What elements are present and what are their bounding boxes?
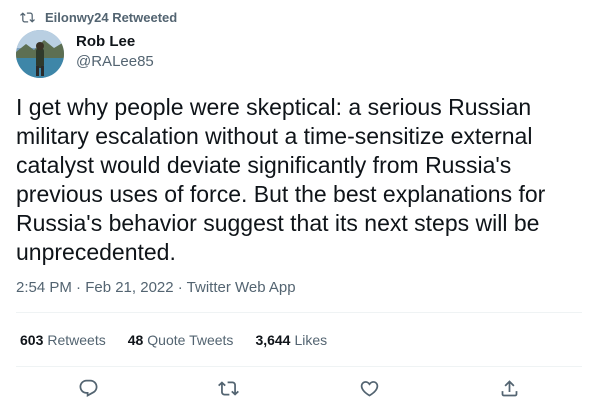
retweet-icon: [217, 378, 239, 399]
reply-icon: [78, 378, 99, 399]
stat-label: Likes: [294, 332, 328, 348]
author-info[interactable]: Rob Lee @RALee85: [76, 32, 154, 72]
tweet-text-line: Russia's behavior suggest that its next …: [16, 210, 540, 236]
retweet-button[interactable]: [216, 376, 240, 400]
stat-likes[interactable]: 3,644 Likes: [255, 330, 327, 350]
reply-button[interactable]: [76, 376, 100, 400]
tweet-text-line: catalyst would deviate significantly fro…: [16, 152, 512, 178]
share-icon: [499, 378, 520, 399]
heart-icon: [359, 378, 380, 399]
like-button[interactable]: [357, 376, 381, 400]
stat-label: Quote Tweets: [147, 332, 234, 348]
tweet-stats: 603 Retweets 48 Quote Tweets 3,644 Likes: [20, 330, 327, 350]
avatar[interactable]: [16, 30, 64, 78]
stat-label: Retweets: [47, 332, 106, 348]
divider: [16, 366, 582, 367]
divider: [16, 312, 582, 313]
retweet-context[interactable]: Eilonwy24 Retweeted: [20, 8, 177, 26]
retweet-context-text: Eilonwy24 Retweeted: [45, 9, 178, 25]
author-handle[interactable]: @RALee85: [76, 52, 154, 72]
tweet-timestamp-source[interactable]: 2:54 PM · Feb 21, 2022 · Twitter Web App: [16, 278, 296, 298]
action-bar: [0, 376, 598, 404]
stat-count: 48: [127, 332, 144, 348]
author-display-name[interactable]: Rob Lee: [76, 32, 154, 52]
tweet-text-line: previous uses of force. But the best exp…: [16, 181, 546, 207]
tweet-text-line: I get why people were skeptical: a serio…: [16, 94, 532, 120]
stat-count: 3,644: [255, 332, 291, 348]
tweet-text-line: unprecedented.: [16, 239, 176, 265]
tweet-text-line: military escalation without a time-sensi…: [16, 123, 533, 149]
tweet-detail: Eilonwy24 Retweeted Rob Lee @RALee85 I g…: [0, 0, 598, 413]
share-button[interactable]: [497, 376, 521, 400]
stat-quote-tweets[interactable]: 48 Quote Tweets: [128, 330, 234, 350]
tweet-text: I get why people were skeptical: a serio…: [16, 93, 576, 267]
stat-retweets[interactable]: 603 Retweets: [20, 330, 106, 350]
retweet-icon: [20, 10, 35, 25]
stat-count: 603: [20, 332, 44, 348]
